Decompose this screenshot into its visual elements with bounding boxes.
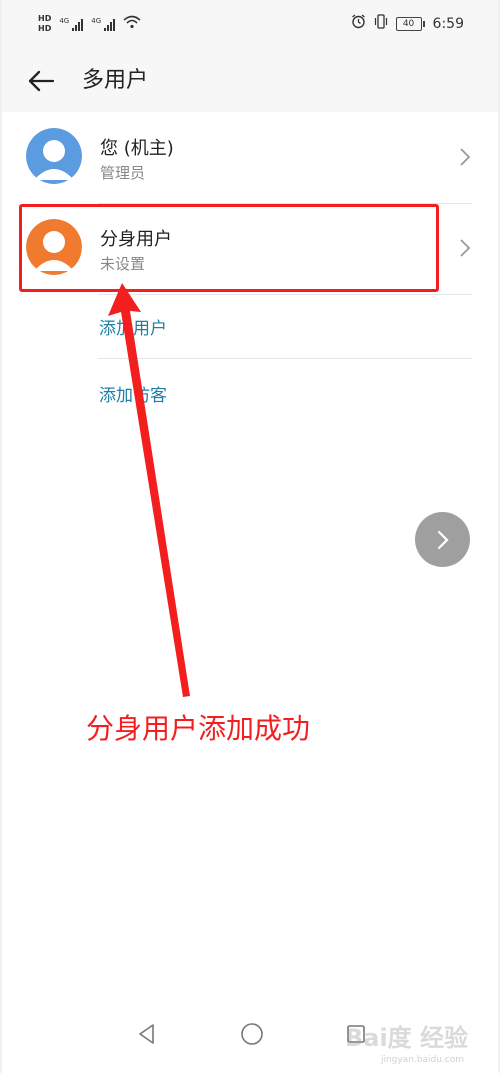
- chevron-right-icon: [460, 239, 471, 257]
- status-left: HD HD 4G 4G: [38, 14, 141, 33]
- vibrate-icon: [373, 14, 389, 33]
- signal-label-1: 4G: [59, 16, 70, 25]
- annotation-text: 分身用户添加成功: [86, 712, 311, 745]
- watermark-logo: Bai度 经验: [344, 1024, 468, 1052]
- divider: [98, 358, 472, 359]
- user-row-owner[interactable]: 您 (机主) 管理员: [2, 112, 498, 203]
- navigation-bar: Bai度 经验 jingyan.baidu.com: [2, 995, 498, 1073]
- arrow-left-icon: [28, 70, 54, 92]
- float-next-button[interactable]: [415, 512, 470, 567]
- user-name: 您 (机主): [100, 138, 174, 159]
- wifi-icon: [123, 14, 141, 33]
- nav-home-button[interactable]: [237, 1019, 267, 1049]
- signal-icon-1: 4G: [59, 16, 84, 31]
- avatar-owner: [26, 128, 82, 184]
- divider: [98, 294, 472, 295]
- circle-home-icon: [241, 1023, 263, 1045]
- hd-indicator: HD HD: [38, 14, 51, 33]
- chevron-right-icon: [460, 148, 471, 166]
- page-title: 多用户: [82, 68, 149, 93]
- nav-back-button[interactable]: [132, 1019, 162, 1049]
- battery-icon: 40: [395, 16, 425, 31]
- hd-label-1: HD: [38, 14, 52, 23]
- highlight-box: [19, 204, 439, 292]
- alarm-icon: [351, 14, 366, 33]
- user-role: 管理员: [100, 164, 146, 182]
- triangle-back-icon: [139, 1024, 154, 1044]
- clock-time: 6:59: [432, 15, 464, 32]
- back-button[interactable]: [24, 64, 58, 98]
- hd-label-2: HD: [38, 24, 52, 33]
- app-header: 多用户: [2, 50, 498, 112]
- watermark-url: jingyan.baidu.com: [380, 1055, 464, 1065]
- add-guest-link[interactable]: 添加访客: [99, 381, 167, 406]
- phone-screen: HD HD 4G 4G 40 6:59 多用户 您 (机主) 管理员 分身用户 …: [0, 0, 500, 1073]
- status-right: 40 6:59: [351, 14, 464, 33]
- signal-icon-2: 4G: [91, 16, 116, 31]
- add-user-link[interactable]: 添加用户: [99, 314, 167, 339]
- status-bar: HD HD 4G 4G 40 6:59: [2, 0, 498, 50]
- signal-label-2: 4G: [91, 16, 102, 25]
- chevron-right-icon: [437, 530, 449, 549]
